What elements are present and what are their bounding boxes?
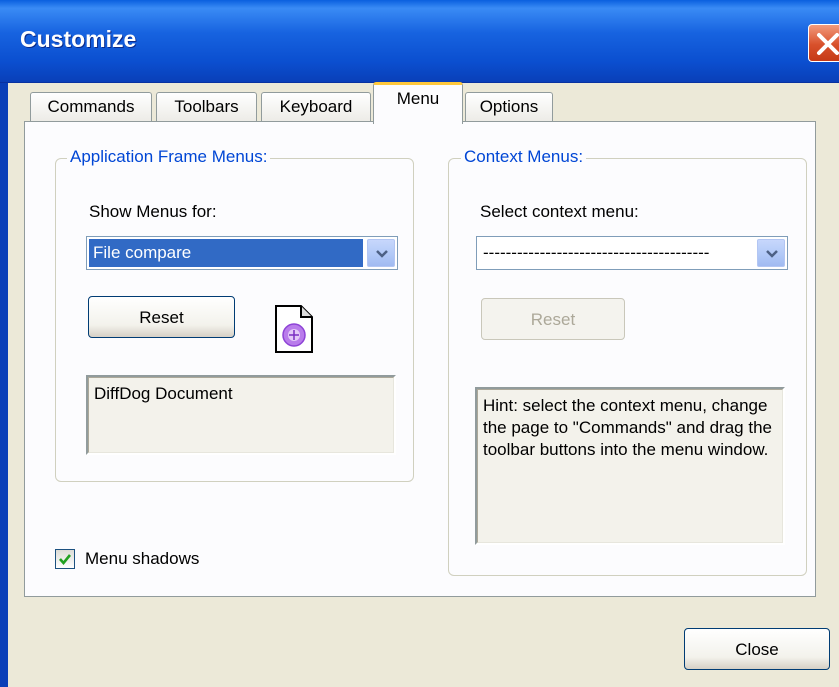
show-menus-dropdown[interactable]: File compare [86,236,398,270]
menu-shadows-checkbox[interactable] [55,549,75,569]
context-menu-selected-value: ---------------------------------------- [483,243,710,262]
document-icon [275,305,313,353]
app-menus-reset-button[interactable]: Reset [88,296,235,338]
menu-shadows-label[interactable]: Menu shadows [85,549,199,569]
close-icon [817,33,839,55]
dropdown-arrow-button[interactable] [367,239,395,267]
title-bar[interactable]: Customize [0,0,839,83]
tab-keyboard[interactable]: Keyboard [261,92,371,122]
context-menu-dropdown[interactable]: ---------------------------------------- [476,236,788,270]
tab-options[interactable]: Options [465,92,553,122]
tab-toolbars[interactable]: Toolbars [156,92,257,122]
close-button[interactable]: Close [684,628,830,670]
chevron-down-icon [376,250,388,258]
app-menus-description-box: DiffDog Document [86,375,396,455]
context-menus-hint-box: Hint: select the context menu, change th… [475,387,785,545]
select-context-menu-label: Select context menu: [480,202,639,221]
context-menus-reset-button[interactable]: Reset [481,298,625,340]
context-menus-legend: Context Menus: [461,147,587,167]
tab-menu[interactable]: Menu [373,82,463,124]
close-window-button[interactable] [808,24,839,62]
tab-panel-menu: Application Frame Menus: Show Menus for:… [24,121,816,597]
show-menus-label: Show Menus for: [89,202,217,221]
dropdown-arrow-button[interactable] [757,239,785,267]
application-frame-menus-legend: Application Frame Menus: [67,147,271,167]
window-frame [0,83,8,687]
chevron-down-icon [766,250,778,258]
show-menus-selected-value: File compare [89,239,363,267]
tab-commands[interactable]: Commands [30,92,152,122]
customize-dialog: Customize Commands Toolbars Keyboard Men… [0,0,839,687]
window-title: Customize [20,26,137,52]
checkmark-icon [59,554,72,566]
